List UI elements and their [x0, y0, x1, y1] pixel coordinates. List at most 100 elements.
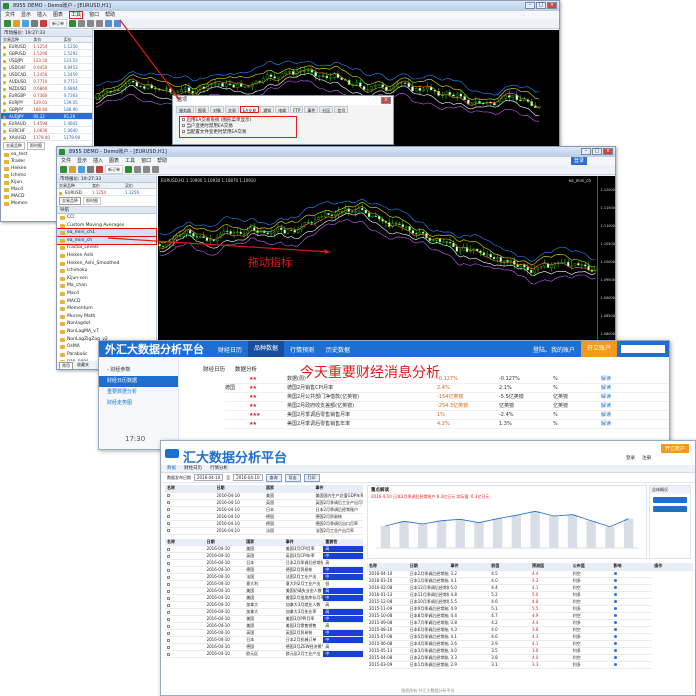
front-tab-calendar[interactable]: 财经日历 [184, 465, 202, 472]
table-row[interactable]: 2016-04-10 法国 法国2月工业产出月率 [165, 527, 363, 535]
front-menu-view[interactable]: 显示 [77, 157, 87, 165]
table-row[interactable]: 2015-05-13 日本3月季调后经常账户 4.0 3.5 3.6 利多 [367, 647, 693, 655]
sidebar-calendar-data[interactable]: 财经日历数据 [99, 376, 178, 387]
view-icon[interactable] [613, 592, 617, 596]
table-row[interactable]: 2015-07-08 日本5月季调后经常账户 4.1 4.6 4.3 利多 [367, 633, 693, 641]
table-row[interactable]: 2016-04-10德国德国3月ZEW经济景气指数高 [165, 643, 363, 651]
table-row[interactable]: 2016-04-10 欧元区 欧元区2月工业产出中 [165, 650, 363, 658]
front-quote-row[interactable]: EURUSD 1.1254 1.1256 [57, 189, 156, 196]
calendar-link[interactable]: 解读 [601, 393, 631, 401]
table-row[interactable]: 2015-06-08 日本4月季调后经常账户 3.6 3.9 4.1 利空 [367, 640, 693, 648]
front-new-order-button[interactable]: 新订单 [105, 165, 123, 174]
quote-row[interactable]: EURCHF 1.0636 1.0640 [1, 127, 92, 134]
date-from-input[interactable]: 2016-04-10 [194, 474, 224, 481]
table-row[interactable]: 2016-04-10 英国 英国2月季调后工业产出月率 [165, 499, 363, 507]
nav-search-box[interactable] [621, 345, 665, 353]
top-login-link[interactable]: 登录 [626, 455, 635, 461]
indicator-item[interactable]: Momentum [57, 305, 156, 313]
table-row[interactable]: 2016-04-10 日本 日本2月机械订单中 [165, 636, 363, 644]
front-menu-help[interactable]: 帮助 [157, 157, 167, 165]
indicator-item[interactable]: Heiken_Ashi_Smoothed [57, 260, 156, 268]
new-chart-icon[interactable] [4, 20, 11, 27]
table-row[interactable]: 2016-02-08日本12月季调后经常账户5.04.44.1利空 [367, 584, 693, 592]
table-row[interactable]: 2016-04-10 德国 德国2月季调后出口月率 [165, 520, 363, 528]
row-checkbox[interactable] [167, 508, 170, 511]
nav-forecast[interactable]: 行情预测 [284, 345, 320, 354]
calendar-link[interactable]: 解读 [601, 375, 631, 383]
row-checkbox[interactable] [167, 515, 170, 518]
front-terminal-icon[interactable] [96, 166, 103, 173]
row-checkbox[interactable] [167, 603, 170, 607]
candle-chart-icon[interactable] [87, 20, 94, 27]
indicator-item[interactable]: NonLagMA_v7 [57, 328, 156, 336]
table-row[interactable]: 2016-01-13日本11月季调后经常账户4.85.25.0利多 [367, 591, 693, 599]
front-tab-analysis[interactable]: 行情分析 [210, 465, 228, 472]
view-icon[interactable] [613, 599, 617, 603]
view-icon[interactable] [613, 662, 617, 666]
view-icon[interactable] [613, 634, 617, 638]
quote-row[interactable]: GBPUSD 1.5290 1.5292 [1, 50, 92, 57]
calendar-link[interactable]: 解读 [601, 402, 631, 410]
table-row[interactable]: 2016-04-10 德国 德国2月贸易帐中 [165, 566, 363, 574]
tab-common[interactable]: 常用 [59, 362, 73, 369]
calendar-link[interactable]: 解读 [601, 384, 631, 392]
row-checkbox[interactable] [167, 645, 170, 649]
options-tab[interactable]: 交易 [225, 106, 239, 113]
row-checkbox[interactable] [167, 610, 170, 614]
row-checkbox[interactable] [167, 638, 170, 642]
calendar-row[interactable]: ★★ 美国2月季调后零售销售年率 4.2% 1.3%% 解读 [225, 420, 669, 429]
row-checkbox[interactable] [167, 624, 170, 628]
back-tab[interactable]: 交易品种 [3, 142, 25, 150]
table-row[interactable]: 2016-04-10 德国 德国2月贸易帐 [165, 513, 363, 521]
indicator-item[interactable]: MACD [57, 298, 156, 306]
front-tab-data[interactable]: 数据 [167, 465, 176, 472]
options-tab[interactable]: 服务器 [176, 106, 194, 113]
new-order-button[interactable]: 新订单 [49, 19, 67, 28]
options-tab[interactable]: 信号 [334, 106, 349, 113]
row-checkbox[interactable] [167, 529, 170, 532]
quote-row[interactable]: EURUSD 1.1254 1.1256 [1, 43, 92, 50]
row-checkbox[interactable] [167, 631, 170, 635]
calendar-row[interactable]: ★★ 英国2月公共部门净借款(亿英镑) -154亿英镑 -5.5亿英镑 亿英镑 解读 [225, 393, 669, 402]
calendar-row[interactable]: ★★★ 美国2月季调后零售销售月率 1% -2.4%% 解读 [225, 411, 669, 420]
zoom-out-icon[interactable] [114, 20, 121, 27]
row-checkbox[interactable] [167, 547, 170, 551]
nav-calendar[interactable]: 财经日历 [212, 345, 248, 354]
zoom-in-icon[interactable] [105, 20, 112, 27]
quote-row[interactable]: EURAUD 1.4598 1.4602 [1, 120, 92, 127]
calendar-row[interactable]: ★★ 英国2月政府收支差额(亿英镑) -254.3亿英镑 亿英镑 亿英镑 解读 [225, 402, 669, 411]
front-crosshair-icon[interactable] [143, 166, 150, 173]
table-row[interactable]: 2016-04-10 加拿大 加拿大3月失业率高 [165, 608, 363, 616]
row-checkbox[interactable] [167, 568, 170, 572]
menu-window[interactable]: 窗口 [89, 11, 99, 19]
view-icon[interactable] [613, 578, 617, 582]
view-icon[interactable] [613, 585, 617, 589]
table-row[interactable]: 2015-12-08日本10月季调后经常账户5.54.64.8利空 [367, 598, 693, 606]
date-to-input[interactable]: 2016-04-10 [233, 474, 263, 481]
table-row[interactable]: 2016-04-10 法国 法国2月工业产出中 [165, 573, 363, 581]
menu-tools[interactable]: 工具 [69, 11, 84, 19]
quote-row[interactable]: USDCHF 0.9450 0.9453 [1, 64, 92, 71]
menu-charts[interactable]: 图表 [53, 11, 63, 19]
top-register-link[interactable]: 注册 [642, 455, 651, 461]
table-row[interactable]: 2016-04-10 日本 日本2月季调后经常账户 [165, 506, 363, 514]
table-row[interactable]: 2015-09-08 日本7月季调后经常账户 3.8 4.2 4.4 利多 [367, 619, 693, 627]
options-tab[interactable]: 图表 [195, 106, 209, 113]
front-tab-tick[interactable]: 即时图 [83, 197, 101, 205]
menu-view[interactable]: 显示 [21, 11, 31, 19]
front-menu-window[interactable]: 窗口 [141, 157, 151, 165]
view-icon[interactable] [613, 571, 617, 575]
tab-favorites[interactable]: 收藏夹 [75, 362, 91, 369]
calendar-row[interactable]: ★★ 数据(周) -0.127% -0.127%% 解读 [225, 375, 669, 384]
disable-on-account-change-checkbox[interactable] [182, 124, 185, 127]
quote-row[interactable]: EURJPY 139.01 139.05 [1, 99, 92, 106]
table-row[interactable]: 2015-10-08 日本8月季调后经常账户 4.4 4.7 4.9 利空 [367, 612, 693, 620]
indicator-item[interactable]: ea_mini_ch [57, 235, 157, 246]
front-autotrading-icon[interactable] [125, 166, 132, 173]
row-checkbox[interactable] [167, 522, 170, 525]
table-row[interactable]: 2016-03-10 日本1月季调后经常账户 4.1 4.0 3.2 利多 [367, 577, 693, 585]
options-tab[interactable]: 对象 [210, 106, 224, 113]
login-button[interactable]: 登录 [570, 157, 587, 165]
view-icon[interactable] [613, 620, 617, 624]
menu-help[interactable]: 帮助 [105, 11, 115, 19]
